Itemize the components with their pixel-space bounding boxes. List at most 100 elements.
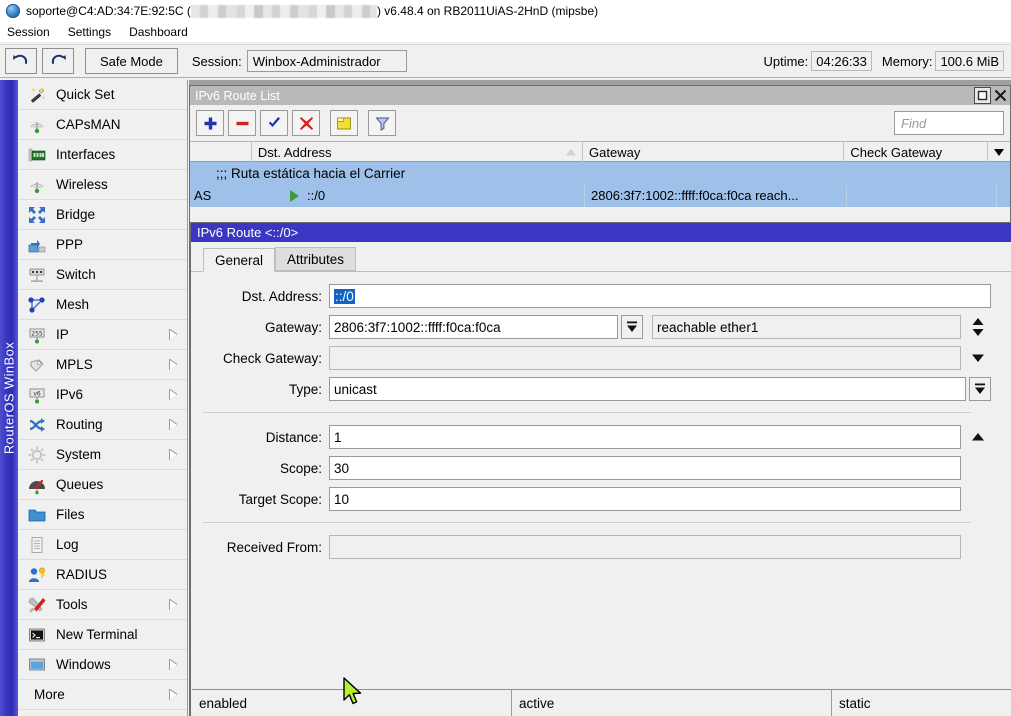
sidebar-item-radius[interactable]: RADIUS bbox=[18, 560, 187, 590]
received-from-spacer bbox=[965, 535, 991, 559]
uptime-label: Uptime: bbox=[763, 54, 808, 69]
redo-button[interactable] bbox=[42, 48, 74, 74]
tab-general[interactable]: General bbox=[203, 248, 275, 272]
field-row-dst-address: Dst. Address: ::/0 bbox=[197, 284, 991, 308]
tab-attributes[interactable]: Attributes bbox=[275, 247, 356, 271]
sidebar-item-capsman[interactable]: CAPsMAN bbox=[18, 110, 187, 140]
column-header-flags[interactable] bbox=[190, 142, 252, 162]
sidebar-item-files[interactable]: Files bbox=[18, 500, 187, 530]
close-button[interactable] bbox=[992, 87, 1009, 104]
sidebar-item-new-terminal[interactable]: New Terminal bbox=[18, 620, 187, 650]
find-placeholder: Find bbox=[901, 116, 926, 131]
status-active: active bbox=[512, 690, 832, 716]
gateway-input[interactable]: 2806:3f7:1002::ffff:f0ca:f0ca bbox=[329, 315, 618, 339]
scope-spacer bbox=[965, 456, 991, 480]
route-list-title-bar: IPv6 Route List bbox=[190, 86, 1010, 105]
enable-button[interactable] bbox=[260, 110, 288, 136]
sidebar-item-mesh[interactable]: Mesh bbox=[18, 290, 187, 320]
mpls-tag-icon bbox=[26, 354, 48, 376]
add-button[interactable] bbox=[196, 110, 224, 136]
sidebar-item-tools[interactable]: Tools bbox=[18, 590, 187, 620]
undo-arrow-icon bbox=[12, 53, 30, 69]
distance-input[interactable]: 1 bbox=[329, 425, 961, 449]
gear-icon bbox=[26, 444, 48, 466]
sidebar-item-wireless[interactable]: Wireless bbox=[18, 170, 187, 200]
redo-arrow-icon bbox=[49, 53, 67, 69]
type-dropdown-button[interactable] bbox=[969, 377, 991, 401]
scope-input[interactable]: 30 bbox=[329, 456, 961, 480]
folder-icon bbox=[26, 504, 48, 526]
sidebar-item-switch[interactable]: Switch bbox=[18, 260, 187, 290]
field-row-gateway: Gateway: 2806:3f7:1002::ffff:f0ca:f0ca r… bbox=[197, 315, 991, 339]
table-row-comment[interactable]: ;;; Ruta estática hacia el Carrier bbox=[190, 162, 1010, 185]
sidebar-item-label: Windows bbox=[56, 657, 111, 672]
target-scope-input[interactable]: 10 bbox=[329, 487, 961, 511]
undo-button[interactable] bbox=[5, 48, 37, 74]
sidebar-item-queues[interactable]: Queues bbox=[18, 470, 187, 500]
window-title-bar: soporte@C4:AD:34:7E:92:5C ( ) v6.48.4 on… bbox=[0, 0, 1011, 22]
svg-text:255: 255 bbox=[31, 330, 43, 337]
gateway-dropdown-button[interactable] bbox=[621, 315, 643, 339]
disable-button[interactable] bbox=[292, 110, 320, 136]
network-card-icon bbox=[26, 144, 48, 166]
safe-mode-button[interactable]: Safe Mode bbox=[85, 48, 178, 74]
sidebar-item-ppp[interactable]: PPP bbox=[18, 230, 187, 260]
sidebar-item-ip[interactable]: 255 IP bbox=[18, 320, 187, 350]
menu-item-session[interactable]: Session bbox=[0, 22, 59, 42]
sidebar-item-bridge[interactable]: Bridge bbox=[18, 200, 187, 230]
close-icon bbox=[994, 89, 1007, 102]
sidebar-item-routing[interactable]: Routing bbox=[18, 410, 187, 440]
sidebar-item-label: Switch bbox=[56, 267, 96, 282]
sidebar-item-ipv6[interactable]: v6 IPv6 bbox=[18, 380, 187, 410]
minus-icon bbox=[235, 116, 250, 131]
find-input[interactable]: Find bbox=[894, 111, 1004, 135]
ppp-icon bbox=[26, 234, 48, 256]
column-header-gateway[interactable]: Gateway bbox=[583, 142, 844, 162]
remove-button[interactable] bbox=[228, 110, 256, 136]
ip-255-icon: 255 bbox=[26, 324, 48, 346]
magic-wand-icon bbox=[26, 84, 48, 106]
label-distance: Distance: bbox=[197, 430, 329, 445]
sidebar-item-log[interactable]: Log bbox=[18, 530, 187, 560]
type-input[interactable]: unicast bbox=[329, 377, 966, 401]
sidebar-item-system[interactable]: System bbox=[18, 440, 187, 470]
session-value[interactable]: Winbox-Administrador bbox=[247, 50, 407, 72]
sidebar-menu: Quick Set CAPsMAN bbox=[18, 80, 188, 716]
divider bbox=[203, 522, 971, 523]
routing-arrows-icon bbox=[26, 414, 48, 436]
sidebar-item-label: More bbox=[34, 687, 65, 702]
sidebar-item-label: Quick Set bbox=[56, 87, 115, 102]
terminal-icon bbox=[26, 624, 48, 646]
check-gateway-dropdown-button[interactable] bbox=[965, 346, 991, 370]
chevron-down-icon bbox=[626, 320, 638, 334]
sidebar-item-interfaces[interactable]: Interfaces bbox=[18, 140, 187, 170]
chevron-down-icon bbox=[971, 353, 985, 363]
note-icon bbox=[336, 116, 352, 131]
gateway-spinner[interactable] bbox=[965, 315, 991, 339]
distance-spinner[interactable] bbox=[965, 425, 991, 449]
column-header-dst-address[interactable]: Dst. Address bbox=[252, 142, 583, 162]
restore-button[interactable] bbox=[974, 87, 991, 104]
sidebar-item-mpls[interactable]: MPLS bbox=[18, 350, 187, 380]
dst-address-input[interactable]: ::/0 bbox=[329, 284, 991, 308]
menu-item-settings[interactable]: Settings bbox=[59, 22, 120, 42]
sidebar-item-label: IP bbox=[56, 327, 69, 342]
sidebar-item-label: Queues bbox=[56, 477, 103, 492]
comment-button[interactable] bbox=[330, 110, 358, 136]
sidebar-item-label: Log bbox=[56, 537, 79, 552]
menu-item-dashboard[interactable]: Dashboard bbox=[120, 22, 197, 42]
sidebar-item-quick-set[interactable]: Quick Set bbox=[18, 80, 187, 110]
filter-button[interactable] bbox=[368, 110, 396, 136]
column-chooser-button[interactable] bbox=[988, 142, 1010, 162]
log-list-icon bbox=[26, 534, 48, 556]
sidebar-item-windows[interactable]: Windows bbox=[18, 650, 187, 680]
check-gateway-input[interactable] bbox=[329, 346, 961, 370]
field-row-check-gateway: Check Gateway: bbox=[197, 346, 991, 370]
memory-value: 100.6 MiB bbox=[935, 51, 1004, 71]
routeros-brand-strip: RouterOS WinBox bbox=[0, 80, 18, 716]
sidebar-item-label: CAPsMAN bbox=[56, 117, 121, 132]
tools-icon bbox=[26, 594, 48, 616]
column-header-check-gateway[interactable]: Check Gateway bbox=[844, 142, 988, 162]
table-row[interactable]: AS ::/0 2806:3f7:1002::ffff:f0ca:f0ca re… bbox=[190, 185, 1010, 207]
sidebar-item-more[interactable]: More bbox=[18, 680, 187, 710]
